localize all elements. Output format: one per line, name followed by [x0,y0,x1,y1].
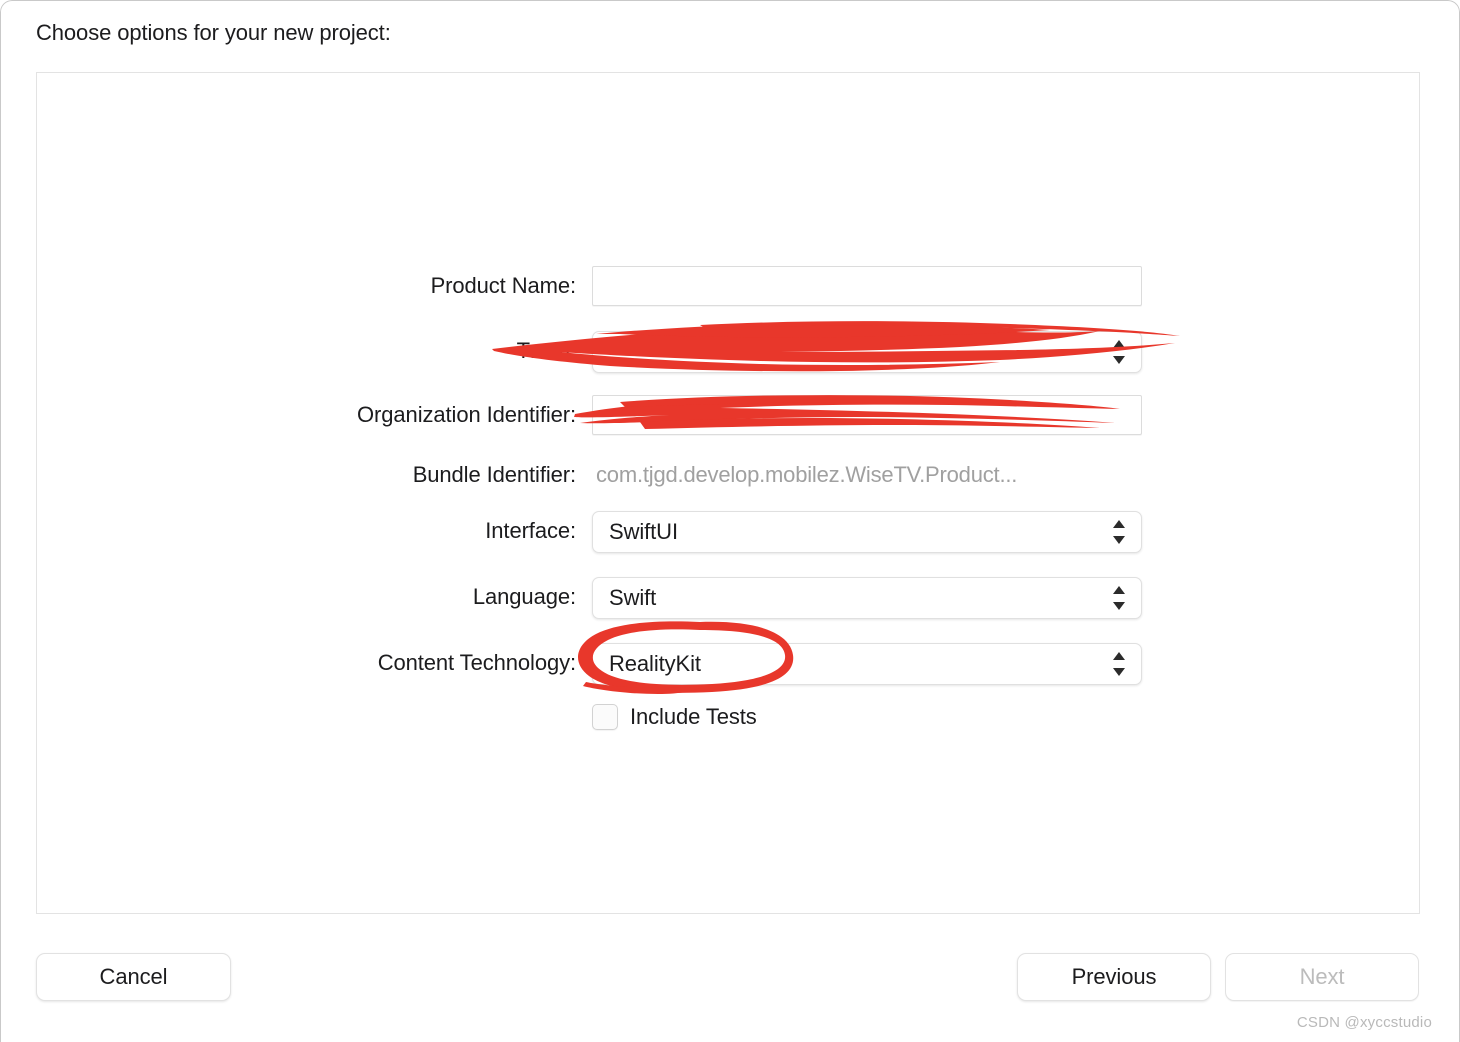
popup-button[interactable]: RealityKit [592,643,1142,685]
form-row: Bundle Identifier: com.tjgd.develop.mobil… [37,455,1421,495]
field-label: Product Name: [37,273,576,299]
text-input[interactable] [592,395,1142,435]
next-button[interactable]: Next [1225,953,1419,1001]
page-title: Choose options for your new project: [36,20,391,46]
popup-value: SwiftUI [593,519,678,545]
form-row: Product Name: [37,266,1421,306]
field-label: Team: [37,338,576,364]
popup-button[interactable]: Swift [592,577,1142,619]
new-project-options-dialog: Choose options for your new project: Pro… [0,0,1460,1042]
field-control [592,331,1142,371]
watermark: CSDN @xyccstudio [1297,1014,1432,1031]
field-control: com.tjgd.develop.mobilez.WiseTV.Product.… [592,455,1142,495]
include-tests-checkbox[interactable] [592,704,618,730]
form-row: Content Technology: RealityKit [37,643,1421,683]
field-label: Content Technology: [37,650,576,676]
popup-button[interactable] [592,331,1142,373]
chevron-up-down-icon[interactable] [1111,650,1127,678]
form-row: Team: [37,331,1421,371]
chevron-up-down-icon[interactable] [1111,584,1127,612]
field-control [592,266,1142,306]
readonly-value: com.tjgd.develop.mobilez.WiseTV.Product.… [592,455,1142,495]
form-row: Language: Swift [37,577,1421,617]
form-row: Interface: SwiftUI [37,511,1421,551]
field-control: RealityKit [592,643,1142,683]
popup-button[interactable]: SwiftUI [592,511,1142,553]
include-tests-label: Include Tests [630,704,757,730]
cancel-button[interactable]: Cancel [36,953,231,1001]
popup-value: RealityKit [593,651,701,677]
field-control: Swift [592,577,1142,617]
text-input[interactable] [592,266,1142,306]
chevron-up-down-icon[interactable] [1111,338,1127,366]
previous-button[interactable]: Previous [1017,953,1211,1001]
field-label: Interface: [37,518,576,544]
options-panel: Product Name: Team: Organization Identifi… [36,72,1420,914]
form-row: Organization Identifier: [37,395,1421,435]
field-control: SwiftUI [592,511,1142,551]
include-tests-row[interactable]: Include Tests [592,704,757,730]
chevron-up-down-icon[interactable] [1111,518,1127,546]
field-label: Language: [37,584,576,610]
field-control [592,395,1142,435]
popup-value: Swift [593,585,656,611]
field-label: Organization Identifier: [37,402,576,428]
field-label: Bundle Identifier: [37,462,576,488]
